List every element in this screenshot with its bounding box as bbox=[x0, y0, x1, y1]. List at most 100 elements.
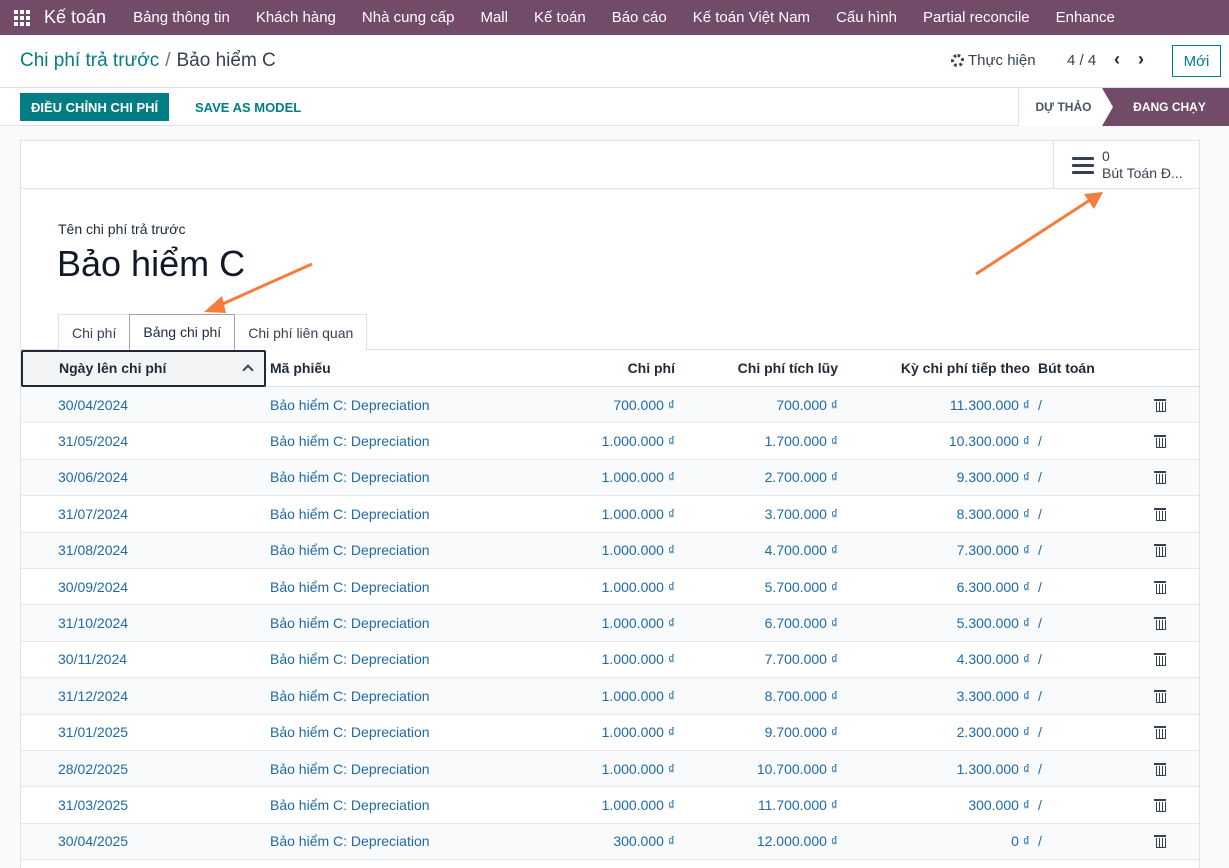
cell-next[interactable]: 6.300.000 ₫ bbox=[838, 579, 1030, 595]
column-header-amount[interactable]: Chi phí bbox=[570, 360, 675, 376]
tab-expense[interactable]: Chi phí bbox=[58, 314, 131, 350]
delete-row-button[interactable] bbox=[1130, 471, 1190, 485]
cell-ref[interactable]: Bảo hiểm C: Depreciation bbox=[270, 797, 570, 813]
column-header-next[interactable]: Kỳ chi phí tiếp theo bbox=[838, 360, 1030, 376]
cell-amount[interactable]: 300.000 ₫ bbox=[570, 833, 675, 849]
nav-item-mall[interactable]: Mall bbox=[467, 9, 521, 26]
cell-ref[interactable]: Bảo hiểm C: Depreciation bbox=[270, 542, 570, 558]
cell-cumulative[interactable]: 8.700.000 ₫ bbox=[675, 688, 838, 704]
cell-date[interactable]: 31/08/2024 bbox=[21, 542, 270, 558]
pager-value[interactable]: 4 / 4 bbox=[1067, 52, 1096, 69]
cell-move[interactable]: / bbox=[1030, 506, 1130, 522]
cell-cumulative[interactable]: 3.700.000 ₫ bbox=[675, 506, 838, 522]
nav-item-accounting[interactable]: Kế toán bbox=[521, 9, 599, 26]
cell-cumulative[interactable]: 1.700.000 ₫ bbox=[675, 433, 838, 449]
cell-next[interactable]: 11.300.000 ₫ bbox=[838, 397, 1030, 413]
nav-item-partial-reconcile[interactable]: Partial reconcile bbox=[910, 9, 1043, 26]
cell-ref[interactable]: Bảo hiểm C: Depreciation bbox=[270, 724, 570, 740]
nav-item-dashboard[interactable]: Bảng thông tin bbox=[120, 9, 243, 26]
cell-ref[interactable]: Bảo hiểm C: Depreciation bbox=[270, 433, 570, 449]
cell-move[interactable]: / bbox=[1030, 833, 1130, 849]
cell-move[interactable]: / bbox=[1030, 433, 1130, 449]
nav-item-vn-accounting[interactable]: Kế toán Việt Nam bbox=[680, 9, 823, 26]
delete-row-button[interactable] bbox=[1130, 653, 1190, 667]
stage-draft[interactable]: DỰ THẢO bbox=[1018, 88, 1108, 126]
new-button[interactable]: Mới bbox=[1172, 45, 1221, 77]
adjust-expense-button[interactable]: ĐIỀU CHỈNH CHI PHÍ bbox=[20, 93, 170, 121]
cell-move[interactable]: / bbox=[1030, 542, 1130, 558]
table-row[interactable]: 31/10/2024 Bảo hiểm C: Depreciation 1.000.… bbox=[21, 605, 1199, 642]
cell-cumulative[interactable]: 9.700.000 ₫ bbox=[675, 724, 838, 740]
cell-next[interactable]: 9.300.000 ₫ bbox=[838, 469, 1030, 485]
journal-entries-smart-button[interactable]: 0 Bút Toán Đ... bbox=[1053, 141, 1199, 189]
cell-date[interactable]: 30/09/2024 bbox=[21, 579, 270, 595]
cell-date[interactable]: 31/12/2024 bbox=[21, 688, 270, 704]
cell-date[interactable]: 31/03/2025 bbox=[21, 797, 270, 813]
chevron-left-icon[interactable]: ‹ bbox=[1109, 49, 1125, 69]
delete-row-button[interactable] bbox=[1130, 544, 1190, 558]
apps-menu-icon[interactable] bbox=[0, 0, 44, 35]
cell-date[interactable]: 30/04/2025 bbox=[21, 833, 270, 849]
table-row[interactable]: 30/04/2024 Bảo hiểm C: Depreciation 700.00… bbox=[21, 387, 1199, 424]
app-brand[interactable]: Kế toán bbox=[44, 7, 106, 28]
cell-amount[interactable]: 1.000.000 ₫ bbox=[570, 506, 675, 522]
delete-row-button[interactable] bbox=[1130, 617, 1190, 631]
cell-ref[interactable]: Bảo hiểm C: Depreciation bbox=[270, 506, 570, 522]
cell-ref[interactable]: Bảo hiểm C: Depreciation bbox=[270, 579, 570, 595]
cell-date[interactable]: 30/11/2024 bbox=[21, 651, 270, 667]
cell-amount[interactable]: 1.000.000 ₫ bbox=[570, 761, 675, 777]
cell-amount[interactable]: 1.000.000 ₫ bbox=[570, 469, 675, 485]
delete-row-button[interactable] bbox=[1130, 435, 1190, 449]
cell-move[interactable]: / bbox=[1030, 469, 1130, 485]
delete-row-button[interactable] bbox=[1130, 835, 1190, 849]
cell-move[interactable]: / bbox=[1030, 397, 1130, 413]
nav-item-customers[interactable]: Khách hàng bbox=[243, 9, 349, 26]
cell-amount[interactable]: 1.000.000 ₫ bbox=[570, 542, 675, 558]
cell-date[interactable]: 31/05/2024 bbox=[21, 433, 270, 449]
cell-amount[interactable]: 1.000.000 ₫ bbox=[570, 433, 675, 449]
table-row[interactable]: 28/02/2025 Bảo hiểm C: Depreciation 1.000.… bbox=[21, 750, 1199, 788]
cell-move[interactable]: / bbox=[1030, 579, 1130, 595]
nav-item-configuration[interactable]: Cấu hình bbox=[823, 9, 910, 26]
cell-date[interactable]: 31/01/2025 bbox=[21, 724, 270, 740]
delete-row-button[interactable] bbox=[1130, 689, 1190, 703]
stage-running[interactable]: ĐANG CHẠY bbox=[1102, 88, 1229, 126]
cell-cumulative[interactable]: 7.700.000 ₫ bbox=[675, 651, 838, 667]
table-row[interactable]: 31/08/2024 Bảo hiểm C: Depreciation 1.000.… bbox=[21, 532, 1199, 569]
cell-amount[interactable]: 1.000.000 ₫ bbox=[570, 797, 675, 813]
column-header-move[interactable]: Bút toán bbox=[1030, 360, 1130, 376]
cell-amount[interactable]: 1.000.000 ₫ bbox=[570, 724, 675, 740]
cell-cumulative[interactable]: 6.700.000 ₫ bbox=[675, 615, 838, 631]
cell-amount[interactable]: 1.000.000 ₫ bbox=[570, 615, 675, 631]
table-row[interactable]: 31/01/2025 Bảo hiểm C: Depreciation 1.000.… bbox=[21, 715, 1199, 751]
cell-ref[interactable]: Bảo hiểm C: Depreciation bbox=[270, 688, 570, 704]
cell-next[interactable]: 4.300.000 ₫ bbox=[838, 651, 1030, 667]
cell-move[interactable]: / bbox=[1030, 724, 1130, 740]
nav-item-reports[interactable]: Báo cáo bbox=[599, 9, 680, 26]
cell-next[interactable]: 7.300.000 ₫ bbox=[838, 542, 1030, 558]
delete-row-button[interactable] bbox=[1130, 726, 1190, 740]
delete-row-button[interactable] bbox=[1130, 580, 1190, 594]
cell-move[interactable]: / bbox=[1030, 615, 1130, 631]
cell-ref[interactable]: Bảo hiểm C: Depreciation bbox=[270, 833, 570, 849]
cell-cumulative[interactable]: 11.700.000 ₫ bbox=[675, 797, 838, 813]
cell-date[interactable]: 31/07/2024 bbox=[21, 506, 270, 522]
cell-next[interactable]: 300.000 ₫ bbox=[838, 797, 1030, 813]
table-row[interactable]: 30/11/2024 Bảo hiểm C: Depreciation 1.000.… bbox=[21, 642, 1199, 679]
cell-cumulative[interactable]: 700.000 ₫ bbox=[675, 397, 838, 413]
cell-cumulative[interactable]: 10.700.000 ₫ bbox=[675, 761, 838, 777]
cell-next[interactable]: 5.300.000 ₫ bbox=[838, 615, 1030, 631]
delete-row-button[interactable] bbox=[1130, 762, 1190, 776]
column-header-date[interactable]: Ngày lên chi phí bbox=[21, 349, 266, 387]
cell-move[interactable]: / bbox=[1030, 761, 1130, 777]
nav-item-enhance[interactable]: Enhance bbox=[1043, 9, 1128, 26]
cell-date[interactable]: 30/04/2024 bbox=[21, 397, 270, 413]
table-row[interactable]: 30/09/2024 Bảo hiểm C: Depreciation 1.000.… bbox=[21, 569, 1199, 606]
cell-cumulative[interactable]: 5.700.000 ₫ bbox=[675, 579, 838, 595]
cell-move[interactable]: / bbox=[1030, 797, 1130, 813]
table-row[interactable]: 31/05/2024 Bảo hiểm C: Depreciation 1.000.… bbox=[21, 423, 1199, 460]
tab-expense-board[interactable]: Bảng chi phí bbox=[129, 314, 236, 350]
cell-date[interactable]: 30/06/2024 bbox=[21, 469, 270, 485]
cell-move[interactable]: / bbox=[1030, 651, 1130, 667]
cell-amount[interactable]: 1.000.000 ₫ bbox=[570, 579, 675, 595]
